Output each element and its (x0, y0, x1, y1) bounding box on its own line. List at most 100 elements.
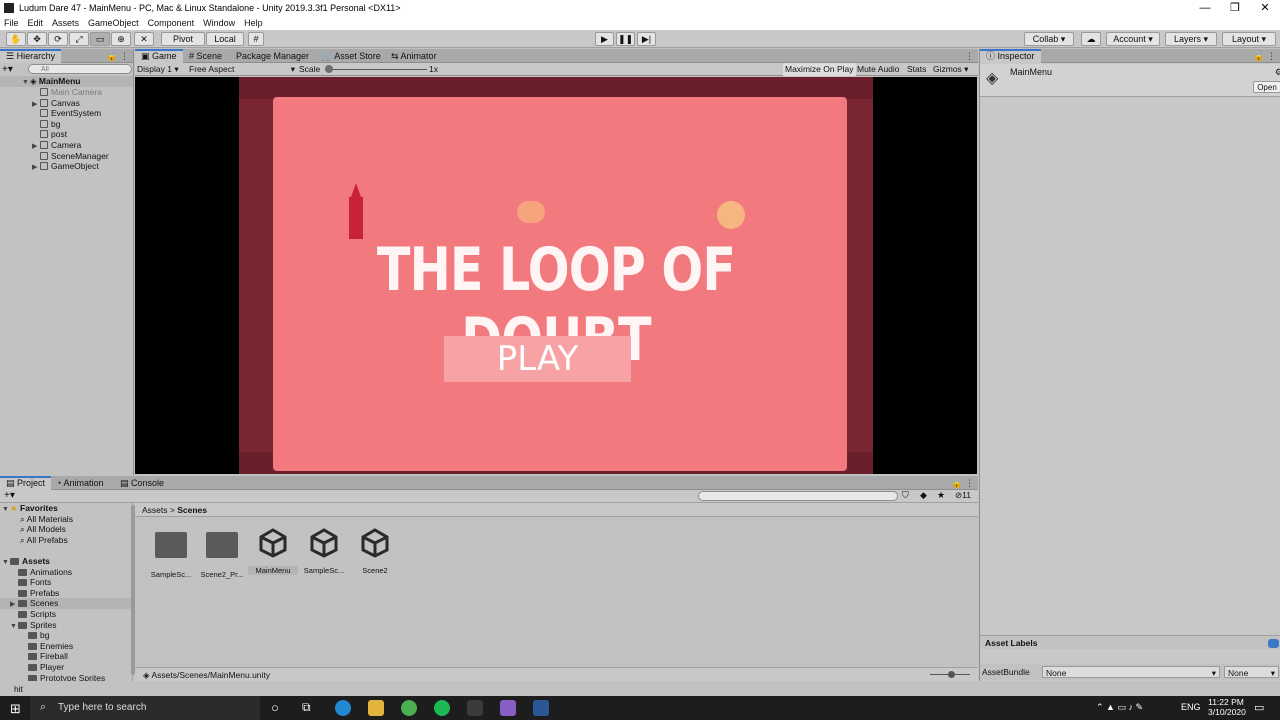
project-folder-item[interactable]: Fireball (0, 651, 133, 662)
filter-by-type-icon[interactable]: ⛉ (902, 490, 909, 501)
notifications-icon[interactable]: ▭ (1254, 701, 1264, 714)
scene-row-mainmenu[interactable]: ▼◈ MainMenu (0, 76, 133, 87)
asset-scene[interactable]: SampleSc... (299, 528, 349, 575)
tab-animation[interactable]: ◔ Animation (50, 476, 109, 490)
spotify-icon[interactable] (434, 700, 450, 716)
label-tag-icon[interactable] (1268, 639, 1279, 648)
panel-menu-icon[interactable]: 🔒 ⋮ (106, 49, 129, 63)
clock[interactable]: 11:22 PM 3/10/2020 (1208, 697, 1244, 717)
layers-dropdown[interactable]: Layers ▾ (1165, 32, 1217, 46)
transform-tool-icon[interactable]: ⊕ (111, 32, 131, 46)
tab-project[interactable]: ▤ Project (0, 476, 51, 490)
tab-inspector[interactable]: ⓘ Inspector (980, 49, 1041, 63)
step-button-icon[interactable]: ▶| (637, 32, 656, 46)
project-folder-item[interactable]: Player (0, 662, 133, 673)
unity-taskbar-icon[interactable] (467, 700, 483, 716)
assets-root-header[interactable]: ▼Assets (0, 556, 133, 567)
scale-slider-track[interactable] (325, 69, 427, 70)
favorite-item[interactable]: ⌕ All Materials (0, 514, 133, 525)
hierarchy-item[interactable]: ▶Camera (0, 140, 133, 151)
stats-toggle[interactable]: Stats (907, 63, 926, 76)
breadcrumb-assets[interactable]: Assets (142, 505, 168, 515)
file-explorer-icon[interactable] (368, 700, 384, 716)
hierarchy-item[interactable]: post (0, 129, 133, 140)
edge-browser-icon[interactable] (335, 700, 351, 716)
hierarchy-item[interactable]: Main Camera (0, 87, 133, 98)
taskbar-search-box[interactable]: ⌕ Type here to search (30, 696, 260, 720)
project-search-input[interactable] (698, 491, 898, 501)
inspector-menu-icon[interactable]: 🔒 ⋮ (1253, 49, 1276, 63)
project-folder-item[interactable]: ▼Sprites (0, 620, 133, 631)
asset-scene[interactable]: Scene2 (350, 528, 400, 575)
hierarchy-search-input[interactable] (28, 64, 132, 74)
menu-window[interactable]: Window (203, 18, 235, 28)
mute-audio-toggle[interactable]: Mute Audio (857, 63, 900, 76)
hierarchy-item[interactable]: EventSystem (0, 108, 133, 119)
project-folder-item[interactable]: bg (0, 630, 133, 641)
aspect-dropdown[interactable]: Free Aspect▾ (189, 64, 295, 74)
tree-scrollbar[interactable] (131, 505, 135, 675)
tab-console[interactable]: ▤ Console (114, 476, 170, 490)
tab-package-manager[interactable]: Package Manager (230, 49, 315, 63)
favorites-header[interactable]: ▼★ Favorites (0, 503, 133, 514)
scale-slider-handle[interactable] (325, 65, 333, 73)
rotate-tool-icon[interactable]: ⟳ (48, 32, 68, 46)
tab-scene[interactable]: # Scene (183, 49, 228, 63)
menu-gameobject[interactable]: GameObject (88, 18, 139, 28)
asset-folder[interactable]: Scene2_Pr... (197, 528, 247, 579)
local-toggle[interactable]: Local (206, 32, 244, 46)
hierarchy-item[interactable]: ▶Canvas (0, 98, 133, 109)
word-icon[interactable] (533, 700, 549, 716)
account-dropdown[interactable]: Account ▾ (1106, 32, 1160, 46)
tray-icons[interactable]: ⌃ ▲ ▭ ♪ ✎ (1096, 702, 1143, 713)
assetbundle-variant-dropdown[interactable]: None▾ (1224, 666, 1279, 678)
open-button[interactable]: Open (1253, 81, 1280, 93)
project-folder-item[interactable]: Scripts (0, 609, 133, 620)
display-dropdown[interactable]: Display 1 ▾ (137, 64, 179, 75)
collab-dropdown[interactable]: Collab ▾ (1024, 32, 1074, 46)
project-folder-item[interactable]: Fonts (0, 577, 133, 588)
play-button-icon[interactable]: ▶ (595, 32, 614, 46)
create-plus-icon[interactable]: +▾ (2, 64, 13, 75)
hierarchy-item[interactable]: ▶GameObject (0, 161, 133, 172)
assetbundle-dropdown[interactable]: None▾ (1042, 666, 1220, 678)
breadcrumb-scenes[interactable]: Scenes (177, 505, 207, 515)
menu-assets[interactable]: Assets (52, 18, 79, 28)
visual-studio-icon[interactable] (500, 700, 516, 716)
scale-tool-icon[interactable]: ⤢ (69, 32, 89, 46)
app-icon[interactable] (401, 700, 417, 716)
move-tool-icon[interactable]: ✥ (27, 32, 47, 46)
rect-tool-icon[interactable]: ▭ (90, 32, 110, 46)
project-folder-item[interactable]: Prefabs (0, 588, 133, 599)
grid-snap-icon[interactable]: # (248, 32, 264, 46)
pause-button-icon[interactable]: ❚❚ (616, 32, 635, 46)
gizmos-toggle[interactable]: Gizmos ▾ (933, 63, 968, 76)
project-folder-item[interactable]: Prototype Sprites (0, 673, 133, 681)
close-button[interactable]: ✕ (1250, 0, 1280, 16)
menu-component[interactable]: Component (148, 18, 195, 28)
expand-arrow-icon[interactable]: ▶ (32, 163, 40, 174)
cloud-icon[interactable]: ☁ (1081, 32, 1101, 46)
tab-asset-store[interactable]: 🛒 Asset Store (315, 49, 387, 63)
play-game-button[interactable]: PLAY (444, 336, 631, 382)
favorite-item[interactable]: ⌕ All Models (0, 524, 133, 535)
asset-folder[interactable]: SampleSc... (146, 528, 196, 579)
favorite-item[interactable]: ⌕ All Prefabs (0, 535, 133, 546)
language-indicator[interactable]: ENG (1181, 702, 1201, 712)
tab-hierarchy[interactable]: ☰ Hierarchy (0, 49, 61, 63)
menu-edit[interactable]: Edit (28, 18, 44, 28)
cortana-icon[interactable]: ○ (271, 700, 279, 715)
hierarchy-item[interactable]: bg (0, 119, 133, 130)
asset-scene[interactable]: MainMenu (248, 528, 298, 575)
custom-tool-icon[interactable]: ✕ (134, 32, 154, 46)
favorite-star-icon[interactable]: ★ (937, 490, 945, 501)
game-view[interactable]: THE LOOP OF DOUBT PLAY (135, 77, 977, 474)
filter-by-label-icon[interactable]: ◆ (920, 490, 927, 501)
tab-game[interactable]: ▣ Game (135, 49, 183, 63)
menu-help[interactable]: Help (244, 18, 263, 28)
minimize-button[interactable]: — (1190, 0, 1220, 16)
menu-file[interactable]: File (4, 18, 19, 28)
tab-animator[interactable]: ⇆ Animator (385, 49, 443, 63)
pivot-toggle[interactable]: Pivot (161, 32, 205, 46)
project-folder-item[interactable]: Animations (0, 567, 133, 578)
